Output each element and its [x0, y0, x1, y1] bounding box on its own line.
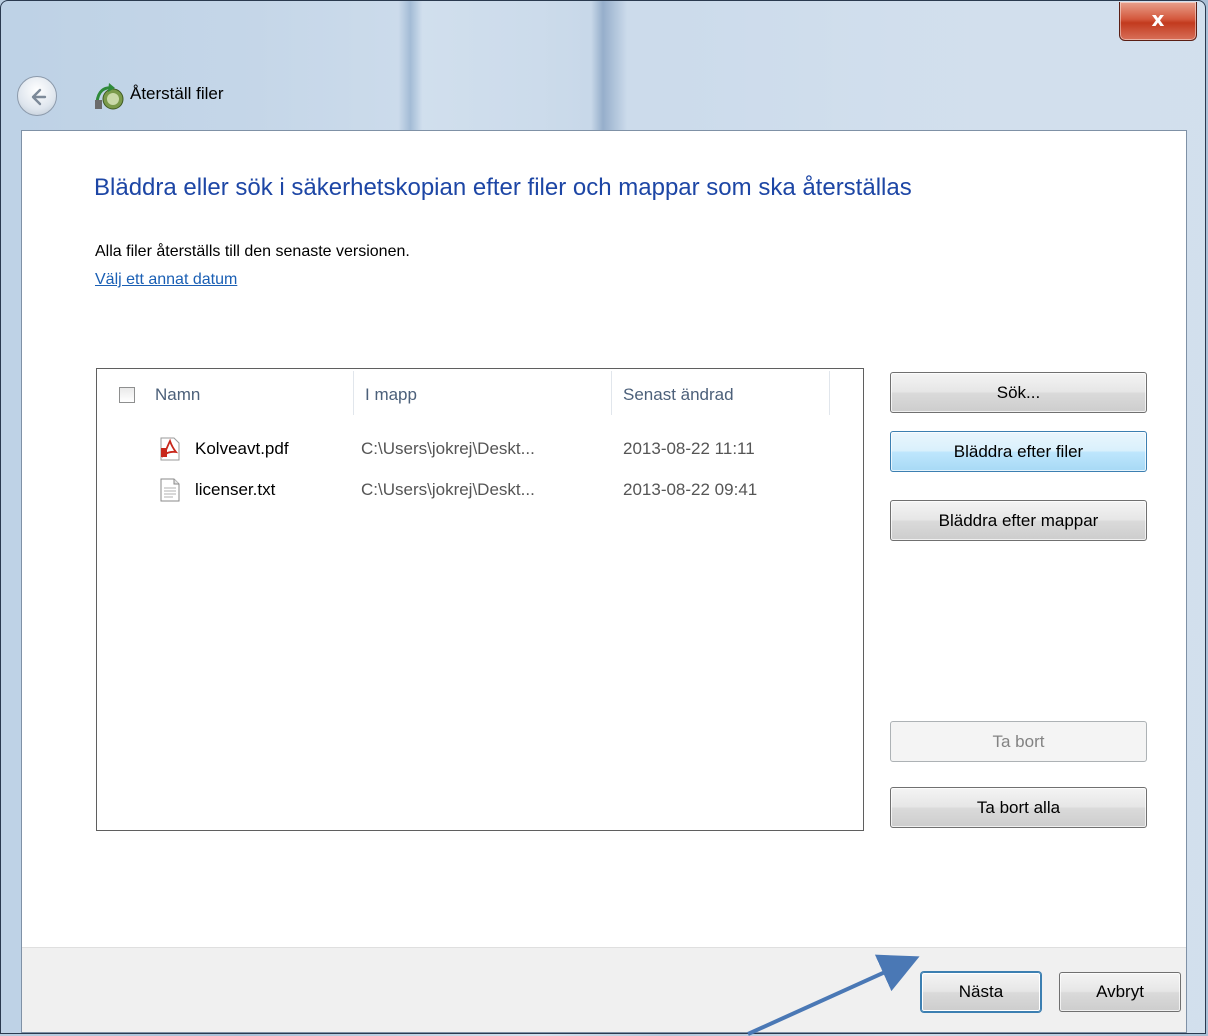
column-divider[interactable]	[353, 371, 354, 415]
close-button[interactable]: x	[1119, 2, 1197, 41]
file-modified: 2013-08-22 09:41	[623, 480, 758, 499]
backup-restore-icon	[95, 83, 124, 110]
choose-other-date-link[interactable]: Välj ett annat datum	[95, 271, 237, 289]
column-divider[interactable]	[611, 371, 612, 415]
column-header-name[interactable]: Namn	[155, 385, 200, 405]
file-row[interactable]: licenser.txt C:\Users\jokrej\Deskt... 20…	[97, 476, 863, 506]
column-divider[interactable]	[829, 371, 830, 415]
file-row[interactable]: Kolveavt.pdf C:\Users\jokrej\Deskt... 20…	[97, 435, 863, 465]
navigation-bar: Återställ filer	[17, 71, 617, 123]
text-file-icon	[160, 478, 180, 502]
close-icon: x	[1151, 7, 1165, 31]
remove-all-button[interactable]: Ta bort alla	[890, 787, 1147, 828]
file-name: licenser.txt	[195, 480, 276, 499]
browse-files-button[interactable]: Bläddra efter filer	[890, 431, 1147, 472]
restore-files-window: x Återställ filer Bläddra eller sök i sä…	[0, 0, 1206, 1034]
select-all-checkbox[interactable]	[119, 387, 135, 403]
remove-button[interactable]: Ta bort	[890, 721, 1147, 762]
cancel-button[interactable]: Avbryt	[1059, 972, 1181, 1012]
list-header: Namn I mapp Senast ändrad	[97, 369, 863, 421]
window-title: Återställ filer	[130, 84, 224, 103]
browse-folders-button[interactable]: Bläddra efter mappar	[890, 500, 1147, 541]
back-arrow-icon	[31, 88, 47, 106]
file-name: Kolveavt.pdf	[195, 439, 289, 458]
column-header-modified[interactable]: Senast ändrad	[623, 385, 734, 405]
file-list[interactable]: Namn I mapp Senast ändrad Kolveavt.pdf C…	[96, 368, 864, 831]
file-folder: C:\Users\jokrej\Deskt...	[361, 480, 535, 499]
next-button[interactable]: Nästa	[921, 972, 1041, 1012]
file-modified: 2013-08-22 11:11	[623, 439, 755, 458]
dialog-footer: Nästa Avbryt	[22, 947, 1186, 1032]
dialog-content: Bläddra eller sök i säkerhetskopian efte…	[21, 130, 1187, 1033]
search-button[interactable]: Sök...	[890, 372, 1147, 413]
info-text: Alla filer återställs till den senaste v…	[95, 243, 410, 260]
back-button[interactable]	[17, 76, 57, 116]
file-folder: C:\Users\jokrej\Deskt...	[361, 439, 535, 458]
column-header-folder[interactable]: I mapp	[365, 385, 417, 405]
pdf-file-icon	[160, 437, 180, 461]
page-heading: Bläddra eller sök i säkerhetskopian efte…	[94, 174, 912, 201]
